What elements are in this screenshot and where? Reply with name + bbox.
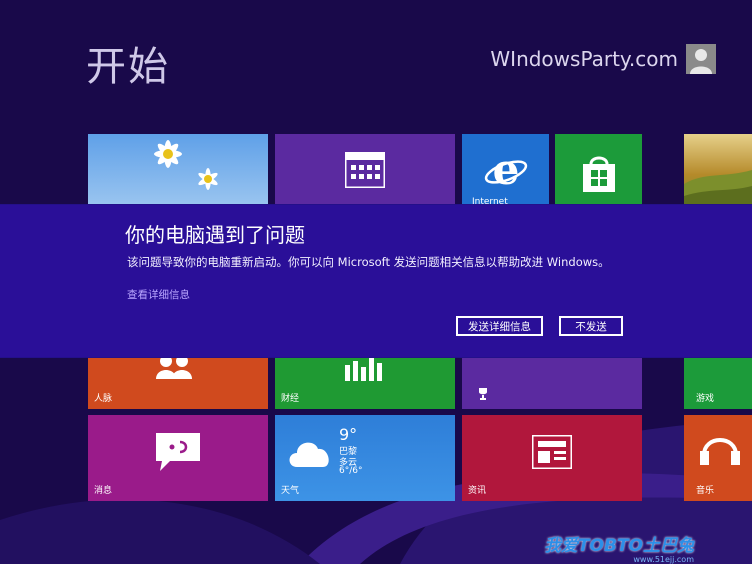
- trophy-icon: [479, 388, 487, 400]
- calendar-icon: [345, 152, 385, 188]
- view-details-link[interactable]: 查看详细信息: [127, 287, 190, 302]
- tile-label-news: 资讯: [468, 486, 487, 496]
- newspaper-icon: [532, 435, 572, 469]
- weather-range: 6°/6°: [339, 466, 363, 476]
- error-dialog: 你的电脑遇到了问题 该问题导致你的电脑重新启动。你可以向 Microsoft 发…: [0, 205, 752, 357]
- daisy-flower-image: [154, 140, 218, 190]
- people-icon: [156, 357, 192, 379]
- store-tile[interactable]: [555, 134, 642, 208]
- bar-chart-icon: [345, 357, 382, 381]
- landscape-photo: [684, 170, 752, 208]
- store-bag-icon: [583, 156, 615, 192]
- music-tile[interactable]: 音乐: [684, 415, 752, 501]
- user-name: WIndowsParty.com: [490, 47, 678, 71]
- dialog-message: 该问题导致你的电脑重新启动。你可以向 Microsoft 发送问题相关信息以帮助…: [127, 255, 610, 269]
- desktop-tile[interactable]: [88, 134, 268, 208]
- dialog-title: 你的电脑遇到了问题: [125, 223, 305, 247]
- cloud-icon: [289, 442, 329, 467]
- tile-label-games: 游戏: [696, 394, 715, 404]
- tile-label-music: 音乐: [696, 486, 715, 496]
- watermark-url: www.51ejj.com: [633, 555, 694, 564]
- photo-tile[interactable]: [684, 134, 752, 208]
- tile-label-weather: 天气: [281, 486, 300, 496]
- svg-text:e: e: [493, 148, 520, 192]
- chat-bubble-icon: [156, 433, 200, 471]
- tile-label-finance: 财经: [281, 394, 300, 404]
- news-tile[interactable]: 资讯: [462, 415, 642, 501]
- tile-label-messaging: 消息: [94, 486, 113, 496]
- tile-label-people: 人脉: [94, 394, 113, 404]
- weather-temperature: 9°: [339, 425, 358, 444]
- dont-send-button[interactable]: 不发送: [559, 316, 623, 336]
- sports-tile[interactable]: [462, 357, 642, 409]
- watermark-logo: 我爱TOBTO土巴兔: [543, 536, 694, 556]
- headphones-icon: [700, 438, 740, 465]
- person-silhouette-icon: [686, 44, 716, 74]
- games-tile[interactable]: 游戏: [684, 357, 752, 409]
- calendar-tile[interactable]: [275, 134, 455, 208]
- send-details-button[interactable]: 发送详细信息: [456, 316, 543, 336]
- finance-tile[interactable]: 财经: [275, 357, 455, 409]
- internet-explorer-tile[interactable]: e Internet: [462, 134, 549, 208]
- user-account[interactable]: WIndowsParty.com: [490, 44, 716, 74]
- internet-explorer-icon: e: [484, 148, 528, 192]
- messaging-tile[interactable]: 消息: [88, 415, 268, 501]
- weather-tile[interactable]: 9° 巴黎 多云 6°/6° 天气: [275, 415, 455, 501]
- start-screen-title: 开始: [86, 44, 170, 90]
- people-tile[interactable]: 人脉: [88, 357, 268, 409]
